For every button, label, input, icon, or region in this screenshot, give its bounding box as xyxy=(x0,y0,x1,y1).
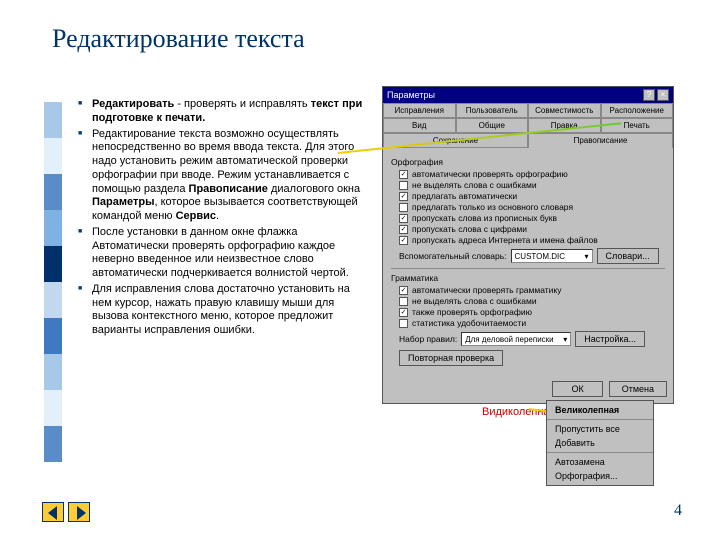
checkbox-row[interactable]: ✓пропускать слова с цифрами xyxy=(391,224,665,234)
body-text: Редактировать - проверять и исправлять т… xyxy=(78,98,363,340)
checkbox-row[interactable]: ✓пропускать адреса Интернета и имена фай… xyxy=(391,235,665,245)
checkbox-row[interactable]: ✓пропускать слова из прописных букв xyxy=(391,213,665,223)
dictionaries-button[interactable]: Словари... xyxy=(597,248,659,264)
tabs-row-1: ИсправленияПользовательСовместимостьРасп… xyxy=(383,103,673,118)
checkbox[interactable] xyxy=(399,319,408,328)
decorative-stripes xyxy=(44,102,62,462)
help-icon[interactable]: ? xyxy=(643,89,655,101)
bullet-item: Для исправления слова достаточно установ… xyxy=(78,283,363,338)
checkbox[interactable]: ✓ xyxy=(399,286,408,295)
checkbox[interactable] xyxy=(399,297,408,306)
ok-button[interactable]: ОК xyxy=(552,381,602,397)
cancel-button[interactable]: Отмена xyxy=(609,381,667,397)
checkbox[interactable]: ✓ xyxy=(399,225,408,234)
style-label: Набор правил: xyxy=(399,334,457,344)
bullet-item: Редактирование текста возможно осуществл… xyxy=(78,128,363,224)
checkbox[interactable]: ✓ xyxy=(399,192,408,201)
bullet-item: Редактировать - проверять и исправлять т… xyxy=(78,98,363,126)
group-orthography: Орфография xyxy=(391,157,665,167)
checkbox-row[interactable]: статистика удобочитаемости xyxy=(391,318,665,328)
ignore-all-item[interactable]: Пропустить все xyxy=(547,422,653,436)
dict-label: Вспомогательный словарь: xyxy=(399,251,507,261)
checkbox-row[interactable]: ✓также проверять орфографию xyxy=(391,307,665,317)
next-slide-button[interactable] xyxy=(68,502,90,522)
spelling-item[interactable]: Орфография... xyxy=(547,469,653,483)
close-icon[interactable]: × xyxy=(657,89,669,101)
checkbox[interactable] xyxy=(399,203,408,212)
tab[interactable]: Общие xyxy=(456,118,529,133)
checkbox[interactable] xyxy=(399,181,408,190)
slide-title: Редактирование текста xyxy=(52,24,305,54)
style-combo[interactable]: Для деловой переписки▾ xyxy=(461,332,571,346)
prev-slide-button[interactable] xyxy=(42,502,64,522)
tab[interactable]: Печать xyxy=(601,118,674,133)
settings-button[interactable]: Настройка... xyxy=(575,331,645,347)
group-grammar: Грамматика xyxy=(391,273,665,283)
checkbox-row[interactable]: предлагать только из основного словаря xyxy=(391,202,665,212)
checkbox-row[interactable]: ✓предлагать автоматически xyxy=(391,191,665,201)
tab[interactable]: Пользователь xyxy=(456,103,529,118)
nav-arrows xyxy=(42,502,90,522)
tab[interactable]: Расположение xyxy=(601,103,674,118)
checkbox[interactable]: ✓ xyxy=(399,214,408,223)
chevron-down-icon: ▾ xyxy=(563,335,567,344)
checkbox-row[interactable]: ✓автоматически проверять грамматику xyxy=(391,285,665,295)
checkbox-row[interactable]: ✓автоматически проверять орфографию xyxy=(391,169,665,179)
page-number: 4 xyxy=(674,502,682,520)
context-menu: Великолепная Пропустить все Добавить Авт… xyxy=(546,400,654,486)
dict-combo[interactable]: CUSTOM.DIC▾ xyxy=(511,249,593,263)
add-item[interactable]: Добавить xyxy=(547,436,653,450)
dialog-titlebar: Параметры ? × xyxy=(383,87,673,103)
tab[interactable]: Исправления xyxy=(383,103,456,118)
checkbox-row[interactable]: не выделять слова с ошибками xyxy=(391,180,665,190)
checkbox[interactable]: ✓ xyxy=(399,236,408,245)
tab[interactable]: Совместимость xyxy=(528,103,601,118)
suggestion-item[interactable]: Великолепная xyxy=(547,403,653,417)
autoreplace-item[interactable]: Автозамена xyxy=(547,455,653,469)
tab[interactable]: Правописание xyxy=(528,133,673,148)
checkbox-row[interactable]: не выделять слова с ошибками xyxy=(391,296,665,306)
bullet-item: После установки в данном окне флажка Авт… xyxy=(78,226,363,281)
checkbox[interactable]: ✓ xyxy=(399,170,408,179)
dialog-title: Параметры xyxy=(387,90,435,100)
recheck-button[interactable]: Повторная проверка xyxy=(399,350,503,366)
checkbox[interactable]: ✓ xyxy=(399,308,408,317)
chevron-down-icon: ▾ xyxy=(585,252,589,261)
tab[interactable]: Вид xyxy=(383,118,456,133)
